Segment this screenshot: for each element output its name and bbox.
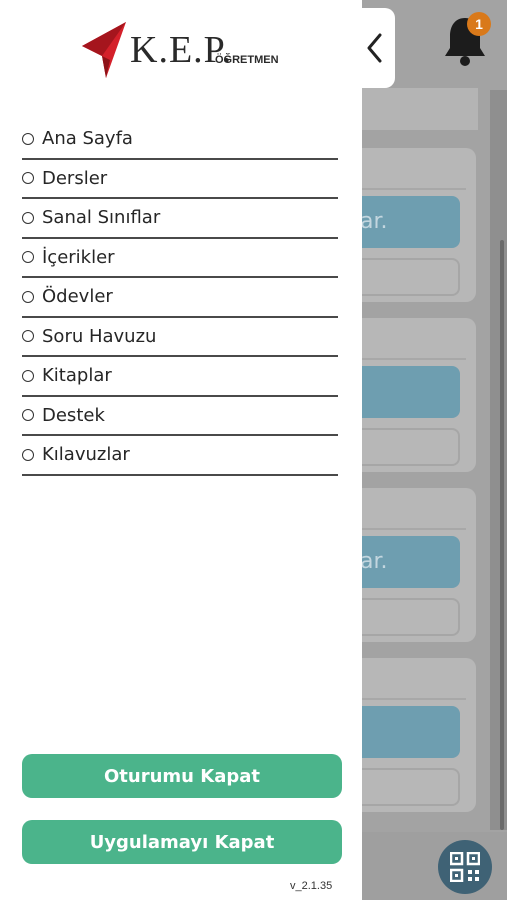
radio-icon — [22, 211, 34, 224]
qr-scan-button[interactable] — [438, 840, 492, 894]
navigation-drawer: K.E.P. ÖĞRETMEN Ana Sayfa Dersler Sanal … — [0, 0, 362, 900]
menu-item-dersler[interactable]: Dersler — [22, 160, 338, 199]
drawer-menu: Ana Sayfa Dersler Sanal Sınıflar İçerikl… — [22, 120, 338, 476]
radio-icon — [22, 251, 34, 264]
qr-code-icon — [450, 852, 480, 882]
radio-icon — [22, 369, 34, 382]
app-version: v_2.1.35 — [290, 880, 333, 892]
menu-item-icerikler[interactable]: İçerikler — [22, 239, 338, 278]
radio-icon — [22, 330, 34, 343]
menu-item-destek[interactable]: Destek — [22, 397, 338, 436]
menu-item-sanal-siniflar[interactable]: Sanal Sınıflar — [22, 199, 338, 239]
background-search-bar — [360, 88, 478, 130]
background-scrollbar-thumb — [500, 240, 504, 830]
notification-badge: 1 — [467, 12, 491, 36]
menu-item-label: Ana Sayfa — [42, 128, 133, 150]
menu-item-kilavuzlar[interactable]: Kılavuzlar — [22, 436, 338, 476]
radio-icon — [22, 409, 34, 422]
menu-item-label: Dersler — [42, 167, 108, 189]
menu-item-label: Ödevler — [42, 286, 113, 308]
menu-item-label: Kitaplar — [42, 365, 112, 387]
menu-item-label: İçerikler — [42, 246, 115, 268]
menu-item-ana-sayfa[interactable]: Ana Sayfa — [22, 120, 338, 160]
kep-logo: K.E.P. ÖĞRETMEN — [80, 20, 290, 82]
menu-item-soru-havuzu[interactable]: Soru Havuzu — [22, 318, 338, 357]
menu-item-label: Sanal Sınıflar — [42, 207, 161, 229]
radio-icon — [22, 132, 34, 145]
menu-item-kitaplar[interactable]: Kitaplar — [22, 357, 338, 397]
menu-item-label: Destek — [42, 404, 105, 426]
chevron-left-icon — [367, 33, 382, 63]
radio-icon — [22, 448, 34, 461]
radio-icon — [22, 172, 34, 185]
logout-button[interactable]: Oturumu Kapat — [22, 754, 342, 798]
paper-plane-logo-icon — [82, 22, 126, 78]
menu-item-odevler[interactable]: Ödevler — [22, 278, 338, 318]
radio-icon — [22, 290, 34, 303]
close-app-button[interactable]: Uygulamayı Kapat — [22, 820, 342, 864]
background-scrollbar-track — [490, 90, 507, 830]
menu-item-label: Soru Havuzu — [42, 325, 157, 347]
brand-subtitle: ÖĞRETMEN — [215, 54, 279, 66]
menu-item-label: Kılavuzlar — [42, 444, 130, 466]
